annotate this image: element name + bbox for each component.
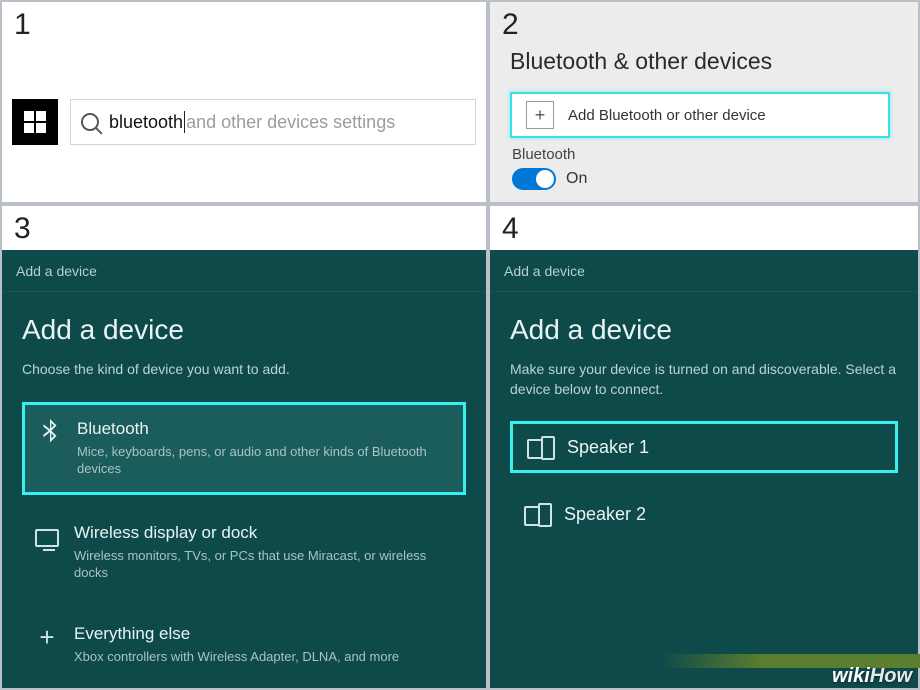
dialog-header: Add a device (490, 250, 918, 292)
watermark-wiki: wiki (832, 665, 870, 687)
bluetooth-toggle[interactable] (512, 168, 556, 190)
device-icon (524, 503, 550, 525)
option-title: Bluetooth (77, 419, 451, 439)
option-desc: Mice, keyboards, pens, or audio and othe… (77, 443, 451, 478)
watermark-how: How (870, 665, 912, 687)
option-desc: Xbox controllers with Wireless Adapter, … (74, 648, 399, 666)
bluetooth-toggle-state: On (566, 170, 587, 188)
step-number: 1 (14, 8, 31, 42)
monitor-icon (34, 523, 60, 549)
step-band (2, 206, 486, 250)
start-button[interactable] (12, 99, 58, 145)
dialog-subtitle: Choose the kind of device you want to ad… (22, 360, 466, 380)
add-device-label: Add Bluetooth or other device (568, 107, 766, 124)
search-suggestion-text: and other devices settings (186, 112, 395, 133)
bluetooth-toggle-row: On (512, 168, 587, 190)
add-bluetooth-device-button[interactable]: + Add Bluetooth or other device (510, 92, 890, 138)
add-device-discover-dialog: Add a device Add a device Make sure your… (490, 250, 918, 688)
option-title: Everything else (74, 624, 399, 644)
device-name: Speaker 1 (567, 437, 649, 458)
step-2-panel: 2 Bluetooth & other devices + Add Blueto… (488, 0, 920, 204)
search-icon (81, 113, 99, 131)
plus-icon: + (34, 624, 60, 650)
add-device-dialog: Add a device Add a device Choose the kin… (2, 250, 486, 688)
dialog-header: Add a device (2, 250, 486, 292)
search-typed-text: bluetooth (109, 112, 183, 133)
text-cursor (184, 111, 185, 133)
option-desc: Wireless monitors, TVs, or PCs that use … (74, 547, 454, 582)
step-number: 4 (502, 212, 519, 246)
device-icon (527, 436, 553, 458)
option-title: Wireless display or dock (74, 523, 454, 543)
step-3-panel: 3 Add a device Add a device Choose the k… (0, 204, 488, 690)
dialog-subtitle: Make sure your device is turned on and d… (510, 360, 898, 399)
plus-icon: + (526, 101, 554, 129)
step-band (490, 206, 918, 250)
step-4-panel: 4 Add a device Add a device Make sure yo… (488, 204, 920, 690)
taskbar-search-row: bluetooth and other devices settings (12, 98, 476, 146)
discovered-device-speaker-2[interactable]: Speaker 2 (510, 491, 898, 537)
search-input[interactable]: bluetooth and other devices settings (70, 99, 476, 145)
device-name: Speaker 2 (564, 504, 646, 525)
settings-page-title: Bluetooth & other devices (510, 48, 772, 75)
device-kind-everything-else[interactable]: + Everything else Xbox controllers with … (22, 610, 466, 680)
step-number: 3 (14, 212, 31, 246)
bluetooth-section-label: Bluetooth (512, 146, 575, 163)
dialog-title: Add a device (510, 314, 898, 346)
discovered-device-speaker-1[interactable]: Speaker 1 (510, 421, 898, 473)
windows-icon (24, 111, 46, 133)
device-kind-wireless-display[interactable]: Wireless display or dock Wireless monito… (22, 509, 466, 596)
step-1-panel: 1 bluetooth and other devices settings (0, 0, 488, 204)
step-number: 2 (502, 8, 519, 42)
device-kind-bluetooth[interactable]: Bluetooth Mice, keyboards, pens, or audi… (22, 402, 466, 495)
bluetooth-icon (37, 419, 63, 445)
dialog-title: Add a device (22, 314, 466, 346)
